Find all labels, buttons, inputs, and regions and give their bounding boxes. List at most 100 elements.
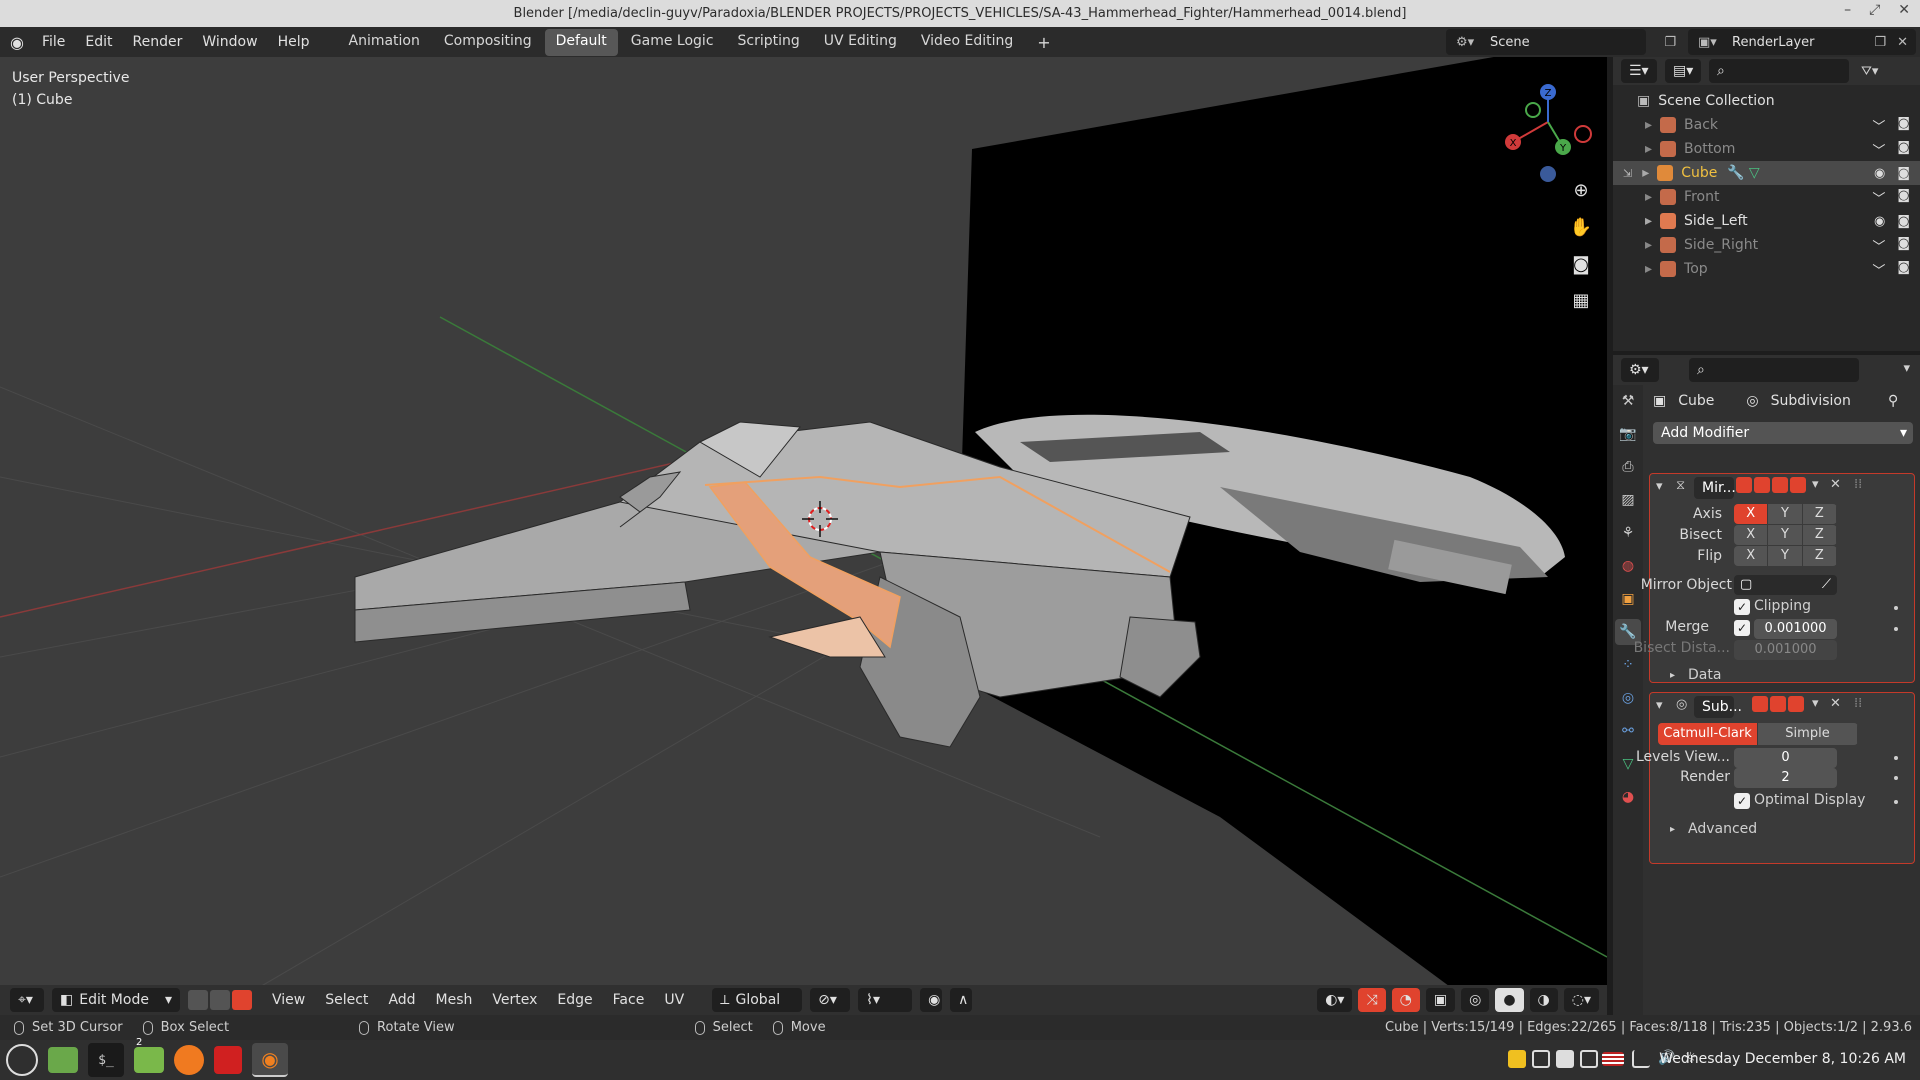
axis-y-toggle[interactable]: Y [1768,504,1803,524]
display-mode-icon[interactable]: ▤▾ [1665,59,1701,83]
new-layer-icon[interactable]: ❐ [1874,35,1886,50]
render-camera-icon[interactable]: ◙ [1897,260,1910,279]
visibility-toggle[interactable]: ﹀ ◙ [1872,260,1910,279]
firefox-icon[interactable] [174,1045,204,1075]
catmull-clark-button[interactable]: Catmull-Clark [1658,723,1758,745]
bisect-distance-field[interactable]: 0.001000 [1734,640,1837,660]
axis-x-toggle[interactable]: X [1734,504,1769,524]
pin-icon[interactable]: ⚲ [1888,393,1898,409]
hidden-icon[interactable]: ﹀ [1872,236,1885,255]
edge-select-icon[interactable] [210,990,230,1010]
hidden-icon[interactable]: ﹀ [1872,260,1885,279]
face-select-icon[interactable] [232,990,252,1010]
rendered-shading-icon[interactable]: ◌▾ [1563,988,1599,1012]
menu-edge[interactable]: Edge [547,992,602,1008]
snap-dropdown[interactable]: ⌇▾ [858,988,913,1012]
new-scene-icon[interactable]: ❐ [1664,35,1676,50]
animate-dot[interactable] [1894,756,1898,760]
mode-dropdown[interactable]: ◧ Edit Mode ▾ [52,988,180,1012]
gizmo-toggle-icon[interactable]: ⤨ [1358,988,1386,1012]
vertex-select-icon[interactable] [188,990,208,1010]
drag-handle-icon[interactable]: ⁞⁞ [1854,477,1862,492]
world-tab-icon[interactable]: ◍ [1615,553,1641,579]
levels-viewport-field[interactable]: 0 [1734,748,1837,768]
outliner-item-side-left[interactable]: ▸ Side_Left ◉ ◙ [1613,209,1920,233]
tab-compositing[interactable]: Compositing [433,29,543,56]
3d-viewport[interactable]: X Y Z User Perspective (1) Cube ⊕ ✋ ◙ ▦ [0,57,1607,1022]
network-icon[interactable] [1632,1050,1650,1068]
menu-view[interactable]: View [262,992,315,1008]
menu-select[interactable]: Select [315,992,378,1008]
software-manager-icon[interactable] [214,1046,242,1074]
menu-edit[interactable]: Edit [75,34,122,50]
menu-render[interactable]: Render [123,34,193,50]
sticky-notes-icon[interactable] [1508,1050,1526,1068]
blender-taskbar-icon[interactable]: ◉ [252,1043,288,1077]
collapse-icon[interactable]: ▾ [1656,698,1663,713]
visibility-toggle[interactable]: ◉ ◙ [1874,214,1910,229]
optimal-display-checkbox[interactable]: ✓ [1734,793,1750,809]
flip-z-toggle[interactable]: Z [1802,546,1837,566]
bisect-x-toggle[interactable]: X [1734,525,1769,545]
view-layer-tab-icon[interactable]: ▨ [1615,487,1641,513]
subdivision-name-field[interactable]: Sub... [1694,696,1742,718]
collapse-icon[interactable]: ▾ [1656,479,1663,494]
tab-video-editing[interactable]: Video Editing [910,29,1024,56]
falloff-icon[interactable]: ∧ [950,988,973,1012]
close-icon[interactable]: ✕ [1830,477,1841,492]
data-subpanel-label[interactable]: Data [1688,667,1721,683]
outliner-search-icon[interactable]: ⌕ [1709,59,1849,83]
render-camera-icon[interactable]: ◙ [1897,166,1910,181]
render-camera-icon[interactable]: ◙ [1897,188,1910,207]
animate-dot[interactable] [1894,776,1898,780]
menu-face[interactable]: Face [603,992,655,1008]
drag-handle-icon[interactable]: ⁞⁞ [1854,696,1862,711]
tab-animation[interactable]: Animation [338,29,431,56]
axis-z-toggle[interactable]: Z [1802,504,1837,524]
pivot-dropdown[interactable]: ⊘▾ [810,988,851,1012]
physics-tab-icon[interactable]: ◎ [1615,685,1641,711]
animate-dot[interactable] [1894,606,1898,610]
render-toggle-icon[interactable] [1790,477,1806,493]
render-camera-icon[interactable]: ◙ [1897,116,1910,135]
add-workspace-icon[interactable]: + [1026,29,1061,56]
add-modifier-dropdown[interactable]: Add Modifier ▾ [1653,422,1913,444]
chevron-down-icon[interactable]: ▾ [1812,696,1819,711]
menu-uv[interactable]: UV [654,992,694,1008]
hidden-icon[interactable]: ﹀ [1872,140,1885,159]
render-levels-field[interactable]: 2 [1734,768,1837,788]
render-camera-icon[interactable]: ◙ [1897,236,1910,255]
visibility-toggle[interactable]: ﹀ ◙ [1872,140,1910,159]
render-tab-icon[interactable]: 📷 [1615,421,1641,447]
printer-icon[interactable] [1556,1050,1574,1068]
expand-icon[interactable]: ▸ [1670,824,1675,835]
outliner-editor-icon[interactable]: ☰▾ [1621,59,1657,83]
minimize-button[interactable]: – [1844,2,1851,18]
outliner-item-front[interactable]: ▸ Front ﹀ ◙ [1613,185,1920,209]
output-tab-icon[interactable]: ⎙ [1615,454,1641,480]
show-desktop-icon[interactable] [48,1047,78,1073]
visibility-toggle[interactable]: ﹀ ◙ [1872,116,1910,135]
edit-mode-toggle-icon[interactable] [1752,696,1768,712]
material-tab-icon[interactable]: ◕ [1615,784,1641,810]
bisect-y-toggle[interactable]: Y [1768,525,1803,545]
outliner-item-top[interactable]: ▸ Top ﹀ ◙ [1613,257,1920,281]
remove-layer-icon[interactable]: ✕ [1897,35,1908,50]
file-manager-icon[interactable]: 2 [134,1037,164,1073]
eye-icon[interactable]: ◉ [1874,166,1885,181]
render-camera-icon[interactable]: ◙ [1897,140,1910,159]
outliner-item-back[interactable]: ▸ Back ﹀ ◙ [1613,113,1920,137]
hidden-icon[interactable]: ﹀ [1872,188,1885,207]
ortho-grid-icon[interactable]: ▦ [1566,285,1596,315]
visibility-icon[interactable]: ◐▾ [1317,988,1353,1012]
tool-tab-icon[interactable]: ⚒ [1615,388,1641,414]
visibility-toggle[interactable]: ﹀ ◙ [1872,188,1910,207]
viewport-toggle-icon[interactable] [1770,696,1786,712]
shield-icon[interactable] [1532,1050,1550,1068]
outliner-item-cube[interactable]: ⇲ ▸ Cube 🔧 ▽ ◉ ◙ [1613,161,1920,185]
tab-game-logic[interactable]: Game Logic [620,29,725,56]
display-icon[interactable] [1580,1050,1598,1068]
constraints-tab-icon[interactable]: ⚯ [1615,718,1641,744]
proportional-edit-icon[interactable]: ◉ [920,988,943,1012]
chevron-down-icon[interactable]: ▾ [1903,361,1910,376]
